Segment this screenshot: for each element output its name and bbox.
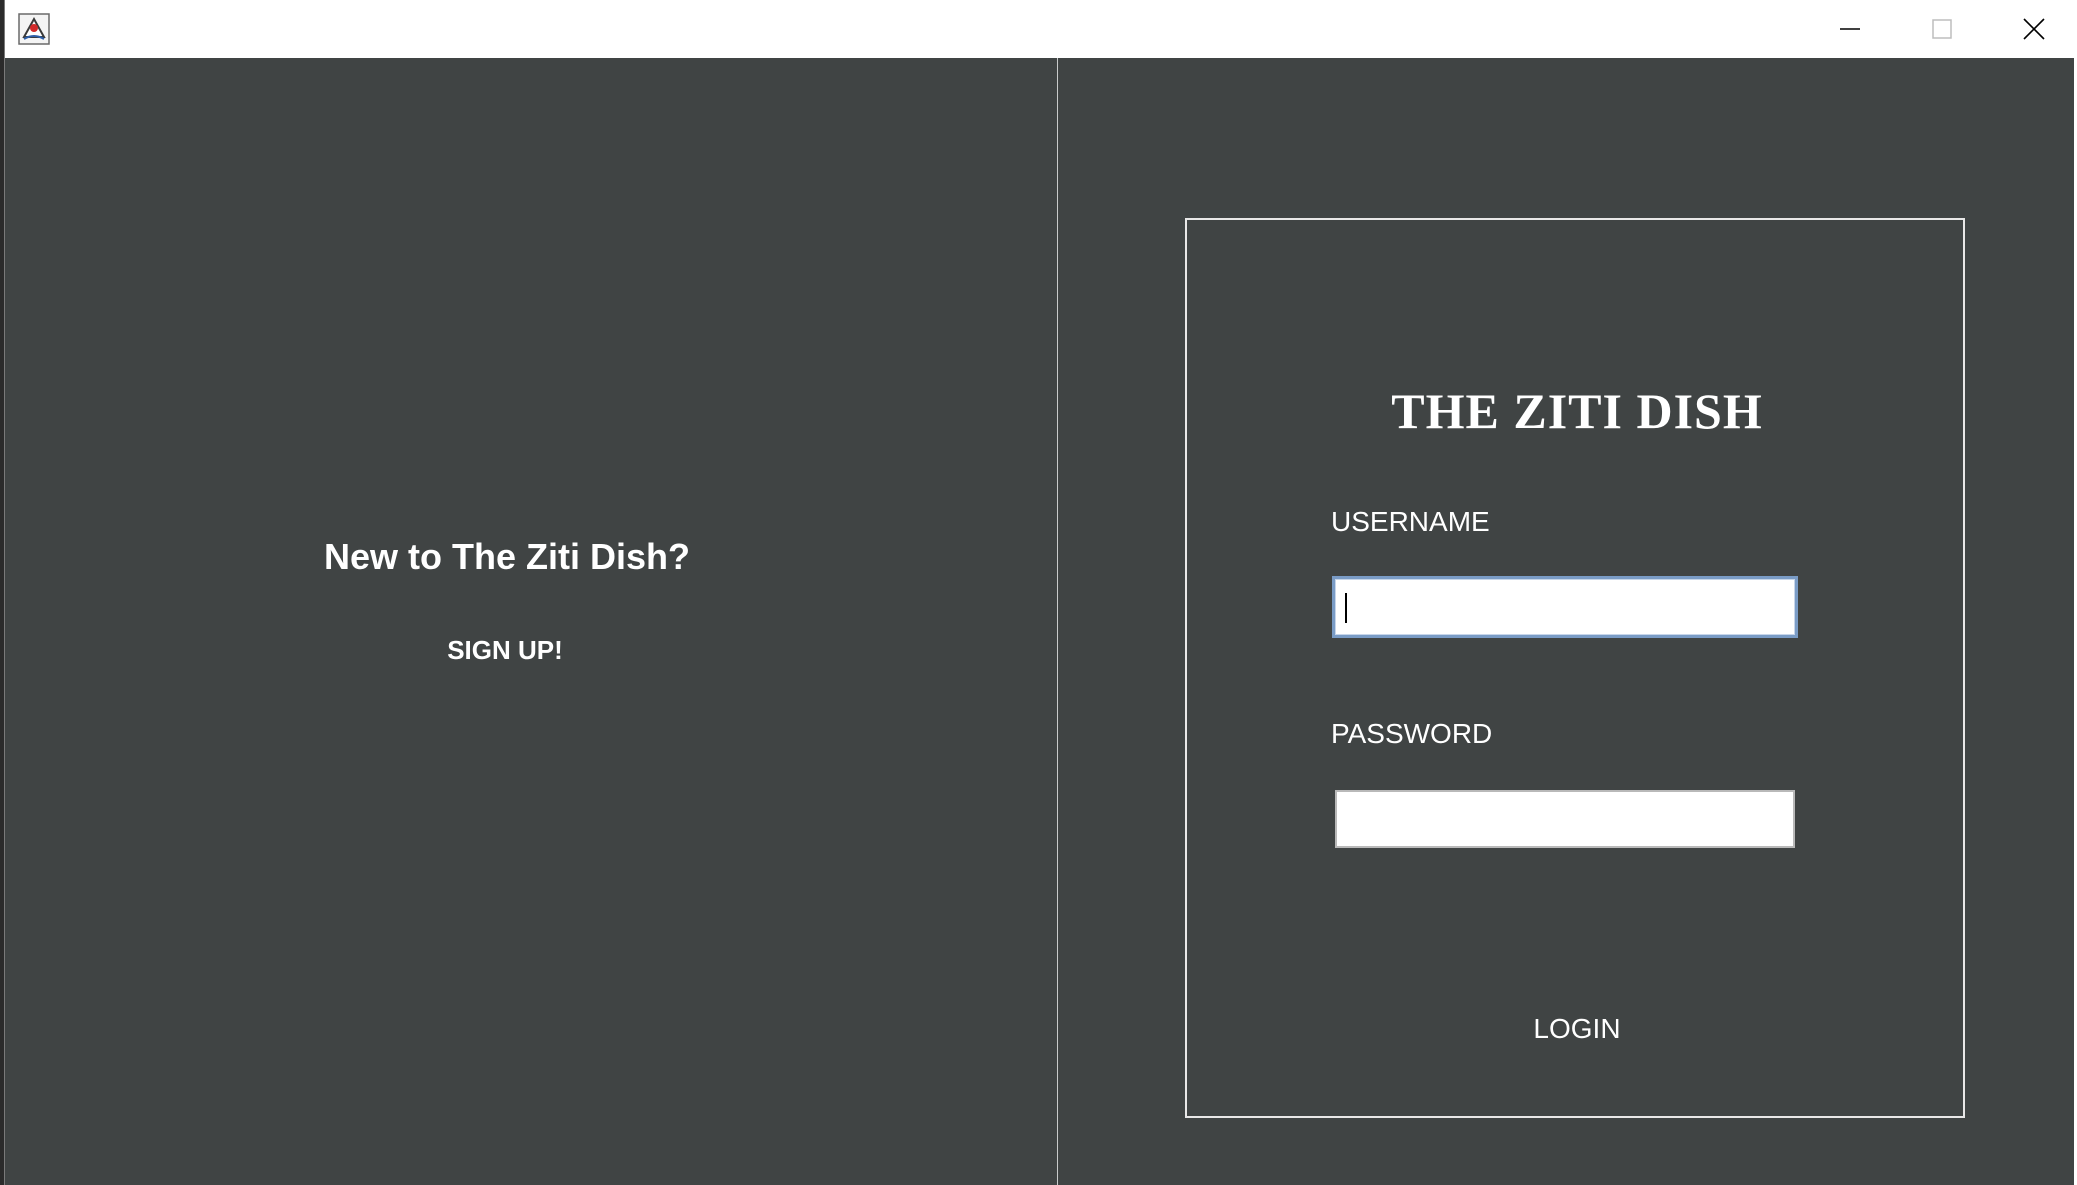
password-label: PASSWORD: [1331, 718, 1493, 749]
maximize-icon: [1932, 19, 1952, 39]
app-window: New to The Ziti Dish? SIGN UP! THE ZITI …: [4, 0, 2077, 1185]
brand-title: THE ZITI DISH: [1391, 383, 1763, 439]
text-caret: [1345, 593, 1347, 623]
minimize-icon: [1840, 28, 1860, 30]
java-app-icon: [18, 13, 50, 45]
username-input[interactable]: [1332, 576, 1798, 638]
login-button[interactable]: LOGIN: [1507, 1006, 1647, 1052]
main-content: New to The Ziti Dish? SIGN UP! THE ZITI …: [5, 58, 2074, 1185]
panel-divider: [1057, 58, 1058, 1185]
username-label: USERNAME: [1331, 506, 1490, 537]
minimize-button[interactable]: [1804, 0, 1896, 58]
login-form: THE ZITI DISH USERNAME PASSWORD LOGIN: [1185, 218, 1965, 1118]
close-icon: [2023, 18, 2045, 40]
title-bar[interactable]: [5, 0, 2077, 58]
signup-panel: New to The Ziti Dish? SIGN UP!: [5, 58, 1057, 1185]
signup-button[interactable]: SIGN UP!: [425, 630, 585, 670]
maximize-button[interactable]: [1896, 0, 1988, 58]
close-button[interactable]: [1988, 0, 2077, 58]
new-user-prompt: New to The Ziti Dish?: [324, 536, 690, 577]
password-input[interactable]: [1335, 790, 1795, 848]
